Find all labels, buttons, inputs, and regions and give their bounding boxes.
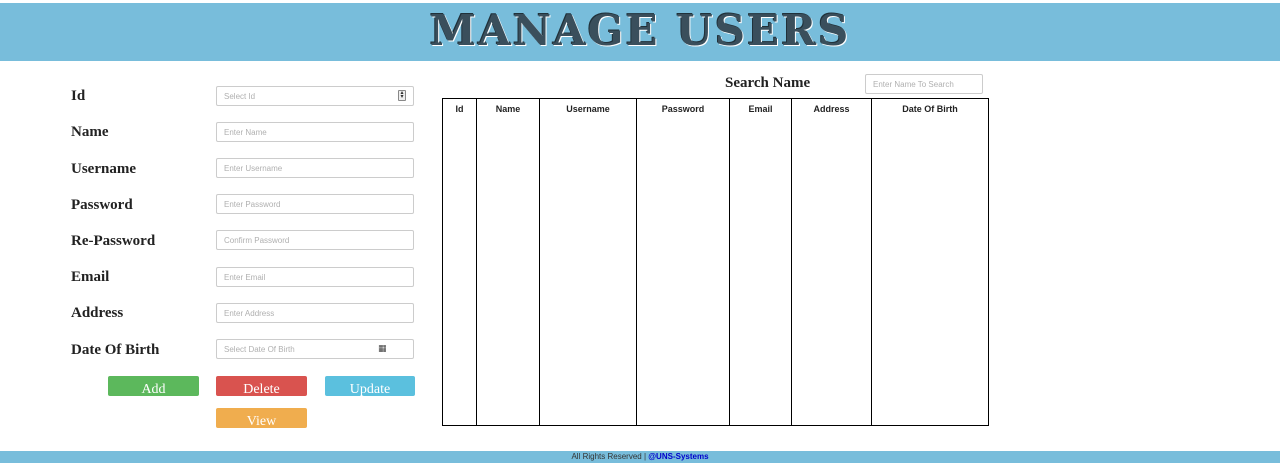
column-email: Email: [730, 99, 792, 425]
name-label: Name: [71, 124, 109, 140]
column-header[interactable]: Username: [540, 104, 636, 114]
view-button[interactable]: View: [216, 408, 307, 428]
column-address: Address: [792, 99, 872, 425]
footer-brand-link[interactable]: @UNS-Systems: [648, 452, 708, 461]
column-dob: Date Of Birth: [872, 99, 988, 425]
column-header[interactable]: Id: [443, 104, 476, 114]
email-field[interactable]: [216, 267, 414, 287]
confirm-password-field[interactable]: [216, 230, 414, 250]
column-id: Id: [443, 99, 477, 425]
search-label: Search Name: [725, 75, 811, 91]
column-header[interactable]: Email: [730, 104, 791, 114]
calendar-icon[interactable]: ▦: [378, 344, 387, 354]
column-header[interactable]: Password: [637, 104, 729, 114]
footer-text: All Rights Reserved |: [571, 452, 649, 461]
column-header[interactable]: Address: [792, 104, 871, 114]
name-field[interactable]: [216, 122, 414, 142]
address-label: Address: [71, 305, 124, 321]
column-username: Username: [540, 99, 637, 425]
username-label: Username: [71, 161, 136, 177]
search-input[interactable]: [865, 74, 983, 94]
id-label: Id: [71, 88, 86, 104]
page-header: MANAGE USERS: [0, 3, 1280, 61]
dob-label: Date Of Birth: [71, 342, 160, 358]
password-field[interactable]: [216, 194, 414, 214]
column-password: Password: [637, 99, 730, 425]
re-password-label: Re-Password: [71, 233, 156, 249]
delete-button[interactable]: Delete: [216, 376, 307, 396]
address-field[interactable]: [216, 303, 414, 323]
username-field[interactable]: [216, 158, 414, 178]
users-table: Id Name Username Password Email Address …: [442, 98, 989, 426]
password-label: Password: [71, 197, 133, 213]
footer: All Rights Reserved | @UNS-Systems: [0, 451, 1280, 463]
add-button[interactable]: Add: [108, 376, 199, 396]
spinner-icon[interactable]: ▴ ▾: [398, 90, 406, 101]
email-label: Email: [71, 269, 110, 285]
id-select[interactable]: [216, 86, 414, 106]
update-button[interactable]: Update: [325, 376, 415, 396]
column-name: Name: [477, 99, 540, 425]
column-header[interactable]: Name: [477, 104, 539, 114]
page-title: MANAGE USERS: [429, 6, 851, 55]
column-header[interactable]: Date Of Birth: [872, 104, 988, 114]
